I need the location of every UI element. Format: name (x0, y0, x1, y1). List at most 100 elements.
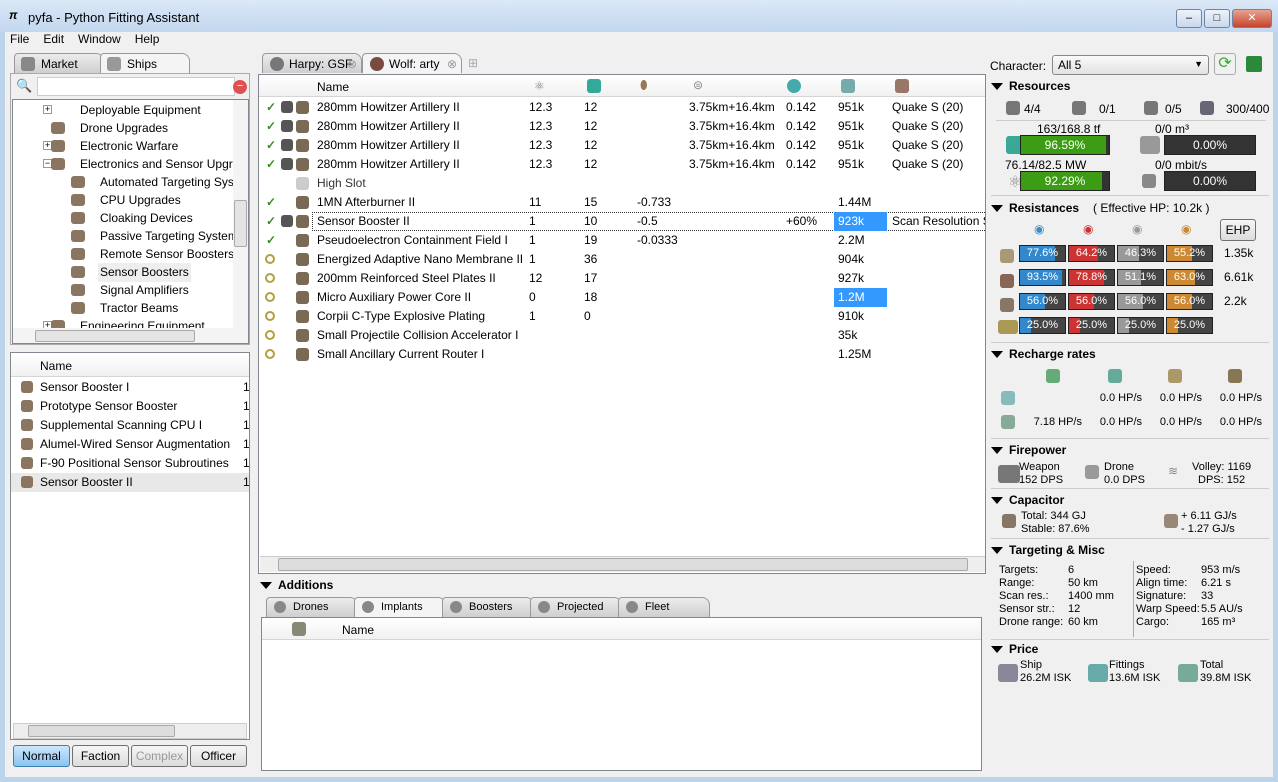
market-item[interactable]: Sensor Booster I 1 (11, 378, 249, 397)
module-active-icon[interactable]: ✓ (266, 193, 276, 212)
module-active-icon[interactable]: ✓ (266, 117, 276, 136)
meta-faction-button[interactable]: Faction (72, 745, 129, 767)
tree-item[interactable]: Cloaking Devices (13, 209, 233, 228)
menu-help[interactable]: Help (135, 32, 160, 46)
close-button[interactable]: ✕ (1232, 9, 1272, 28)
new-tab-icon[interactable]: ⊞ (468, 56, 478, 70)
capacitor-column-icon[interactable]: ⬮ (640, 78, 648, 93)
module-row[interactable]: Small Ancillary Current Router I 1.25M (259, 345, 985, 364)
module-row[interactable]: Energized Adaptive Nano Membrane II 1 36 90… (259, 250, 985, 269)
vertical-scrollbar[interactable] (233, 100, 248, 328)
module-passive-icon[interactable] (265, 349, 275, 359)
module-passive-icon[interactable] (265, 273, 275, 283)
column-name[interactable]: Name (342, 623, 374, 637)
resources-header[interactable]: Resources (991, 79, 1070, 93)
minimize-button[interactable]: – (1176, 9, 1202, 28)
market-item[interactable]: Supplemental Scanning CPU I 1 (11, 416, 249, 435)
fit-tab-wolf[interactable]: Wolf: arty ⊗ (362, 53, 462, 73)
market-item[interactable]: F-90 Positional Sensor Subroutines 1 (11, 454, 249, 473)
targeting-header[interactable]: Targeting & Misc (991, 543, 1105, 557)
expand-icon[interactable]: + (43, 105, 52, 114)
tree-item[interactable]: − Electronics and Sensor Upgrad (13, 155, 246, 174)
tree-item[interactable]: + Electronic Warfare (13, 137, 233, 156)
module-active-icon[interactable]: ✓ (266, 231, 276, 250)
additions-header[interactable]: Additions (260, 578, 333, 592)
additions-tab-implants[interactable]: Implants (354, 597, 446, 617)
charge-column-icon[interactable] (895, 79, 909, 93)
tree-item[interactable]: Passive Targeting Systems (13, 227, 244, 246)
module-active-icon[interactable]: ✓ (266, 212, 276, 231)
column-name[interactable]: Name (317, 80, 349, 94)
module-row[interactable]: 200mm Reinforced Steel Plates II 12 17 927k (259, 269, 985, 288)
tab-ships[interactable]: Ships (100, 53, 190, 73)
module-row[interactable]: ✓ Sensor Booster II 1 10 -0.5 +60% 923k Scan Re… (266, 212, 985, 231)
firepower-header[interactable]: Firepower (991, 443, 1066, 457)
module-row[interactable]: ✓ 280mm Howitzer Artillery II 12.3 12 3.75km… (259, 117, 985, 136)
ehp-toggle-button[interactable]: EHP (1220, 219, 1256, 241)
module-row[interactable]: Micro Auxiliary Power Core II 0 18 1.2M (259, 288, 985, 307)
module-passive-icon[interactable] (265, 330, 275, 340)
range-column-icon[interactable]: ⊜ (693, 78, 703, 92)
market-item[interactable]: Sensor Booster II 1 (11, 473, 249, 492)
tab-market[interactable]: Market (14, 53, 104, 73)
module-row[interactable]: Corpii C-Type Explosive Plating 1 0 910k (259, 307, 985, 326)
close-tab-icon[interactable]: ⊗ (447, 57, 457, 71)
price-column-icon[interactable] (841, 79, 855, 93)
module-row[interactable]: High Slot (259, 174, 985, 193)
module-passive-icon[interactable] (265, 292, 275, 302)
tree-item[interactable]: Tractor Beams (13, 299, 233, 318)
recharge-header[interactable]: Recharge rates (991, 347, 1096, 361)
module-active-icon[interactable]: ✓ (266, 136, 276, 155)
horizontal-scrollbar[interactable] (13, 723, 247, 739)
horizontal-scrollbar[interactable] (13, 328, 248, 343)
module-row[interactable]: ✓ Pseudoelectron Containment Field I 1 19 -0… (259, 231, 985, 250)
tree-item[interactable]: + Deployable Equipment (13, 101, 233, 120)
module-row[interactable]: ✓ 280mm Howitzer Artillery II 12.3 12 3.75km… (259, 98, 985, 117)
meta-officer-button[interactable]: Officer (190, 745, 247, 767)
menu-file[interactable]: File (10, 32, 29, 46)
horizontal-scrollbar[interactable] (260, 556, 985, 572)
close-tab-icon[interactable]: ⊗ (347, 57, 357, 71)
calibration-icon (1200, 101, 1214, 115)
market-search-input[interactable] (37, 77, 235, 96)
capacitor-total: Total: 344 GJ (1021, 510, 1086, 522)
powergrid-column-icon[interactable] (587, 79, 601, 93)
cpu-column-icon[interactable]: ⚛ (534, 79, 545, 93)
character-select[interactable]: All 5 ▼ (1052, 55, 1209, 75)
tree-item[interactable]: Signal Amplifiers (13, 281, 233, 300)
additions-tab-drones[interactable]: Drones (266, 597, 358, 617)
maximize-button[interactable]: □ (1204, 9, 1230, 28)
module-passive-icon[interactable] (265, 254, 275, 264)
tree-item[interactable]: Automated Targeting Syst (13, 173, 237, 192)
additions-tab-fleet[interactable]: Fleet (618, 597, 710, 617)
tree-item[interactable]: Drone Upgrades (13, 119, 233, 138)
module-passive-icon[interactable] (265, 311, 275, 321)
menu-edit[interactable]: Edit (43, 32, 64, 46)
module-row[interactable]: ✓ 1MN Afterburner II 11 15 -0.733 1.44M (259, 193, 985, 212)
module-active-icon[interactable]: ✓ (266, 155, 276, 174)
meta-normal-button[interactable]: Normal (13, 745, 70, 767)
character-editor-icon[interactable] (1246, 56, 1262, 72)
meta-complex-button[interactable]: Complex (131, 745, 188, 767)
price-header[interactable]: Price (991, 642, 1038, 656)
additions-tab-boosters[interactable]: Boosters (442, 597, 534, 617)
column-name[interactable]: Name (40, 359, 72, 373)
refresh-character-button[interactable]: ⟳ (1214, 53, 1236, 75)
market-item[interactable]: Alumel-Wired Sensor Augmentation 1 (11, 435, 249, 454)
clear-search-icon[interactable]: − (233, 80, 247, 94)
additions-tab-projected[interactable]: Projected (530, 597, 622, 617)
capacitor-header[interactable]: Capacitor (991, 493, 1064, 507)
tree-item[interactable]: Remote Sensor Boosters (13, 245, 234, 264)
module-row[interactable]: Small Projectile Collision Accelerator I… (259, 326, 985, 345)
volley-value[interactable]: Volley: 1169 (1192, 461, 1251, 473)
misc-column-icon[interactable] (787, 79, 801, 93)
module-row[interactable]: ✓ 280mm Howitzer Artillery II 12.3 12 3.75km… (259, 136, 985, 155)
module-active-icon[interactable]: ✓ (266, 98, 276, 117)
tree-item[interactable]: Sensor Boosters (13, 263, 233, 282)
resistances-header[interactable]: Resistances (991, 201, 1079, 215)
menu-window[interactable]: Window (78, 32, 121, 46)
module-row[interactable]: ✓ 280mm Howitzer Artillery II 12.3 12 3.75km… (259, 155, 985, 174)
fit-tab-harpy[interactable]: Harpy: GSF ⊗ (262, 53, 362, 73)
tree-item[interactable]: CPU Upgrades (13, 191, 233, 210)
market-item[interactable]: Prototype Sensor Booster 1 (11, 397, 249, 416)
